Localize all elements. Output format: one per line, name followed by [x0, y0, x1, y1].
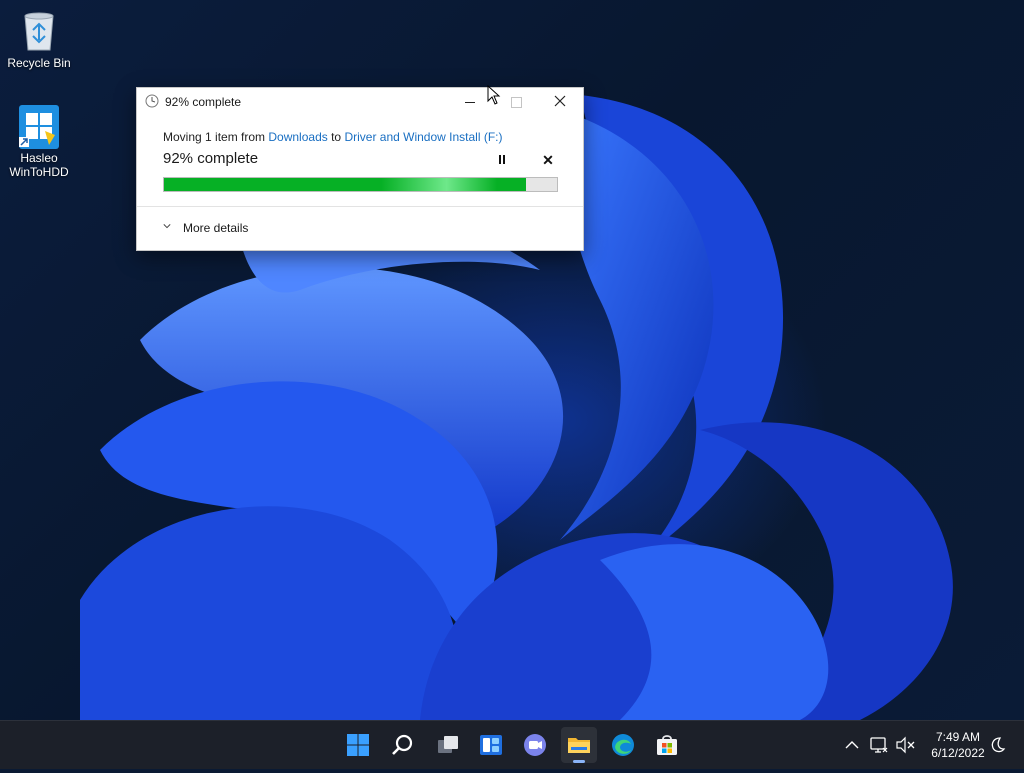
cancel-icon: ✕	[542, 152, 554, 168]
network-button[interactable]	[868, 721, 890, 769]
destination-link[interactable]: Driver and Window Install (F:)	[344, 130, 502, 144]
search-icon	[392, 734, 413, 755]
volume-muted-icon	[896, 736, 915, 754]
taskbar: 7:49 AM 6/12/2022	[0, 720, 1024, 769]
progress-bar-fill	[164, 178, 526, 191]
notifications-icon	[991, 737, 1006, 753]
close-button[interactable]	[537, 88, 583, 116]
widgets-icon	[480, 735, 502, 755]
pause-button[interactable]	[493, 152, 511, 168]
volume-button[interactable]	[894, 721, 916, 769]
teams-chat-icon	[524, 734, 546, 756]
chat-button[interactable]	[517, 727, 553, 763]
mouse-cursor-icon	[487, 85, 501, 105]
more-details-label: More details	[183, 221, 249, 235]
hasleo-label-line2: WinToHDD	[9, 165, 69, 179]
hasleo-label-line1: Hasleo	[20, 151, 58, 165]
dialog-title: 92% complete	[165, 95, 242, 109]
close-icon	[554, 95, 566, 107]
desktop-icon-recycle-bin[interactable]: Recycle Bin	[4, 10, 74, 70]
hasleo-wintohdd-icon	[19, 105, 59, 149]
cancel-button[interactable]: ✕	[539, 152, 557, 168]
file-explorer-button[interactable]	[561, 727, 597, 763]
show-hidden-icons-button[interactable]	[840, 721, 864, 769]
desktop-icon-hasleo-wintohdd[interactable]: Hasleo WinToHDD	[4, 105, 74, 179]
dialog-divider	[137, 206, 583, 207]
edge-icon	[612, 734, 634, 756]
more-details-toggle[interactable]: More details	[163, 221, 248, 235]
clock-date: 6/12/2022	[931, 746, 985, 760]
notifications-button[interactable]	[986, 721, 1008, 769]
store-icon	[657, 735, 677, 755]
moving-to: to	[327, 130, 345, 144]
progress-bar	[163, 177, 558, 192]
task-view-button[interactable]	[430, 727, 466, 763]
network-icon	[870, 737, 888, 753]
task-view-icon	[438, 736, 458, 753]
search-button[interactable]	[385, 727, 421, 763]
folder-icon	[568, 738, 590, 753]
moving-description: Moving 1 item from Downloads to Driver a…	[163, 130, 502, 144]
dialog-titlebar[interactable]: 92% complete	[137, 88, 583, 116]
moving-prefix: Moving 1 item from	[163, 130, 269, 144]
chevron-down-icon	[163, 224, 171, 229]
clock-time: 7:49 AM	[935, 730, 981, 744]
widgets-button[interactable]	[473, 727, 509, 763]
clock-icon	[145, 94, 159, 108]
chevron-up-icon	[845, 741, 859, 749]
windows-logo-icon	[347, 734, 369, 756]
percent-complete-text: 92% complete	[163, 150, 259, 167]
edge-button[interactable]	[605, 727, 641, 763]
taskbar-clock[interactable]: 7:49 AM 6/12/2022	[920, 729, 996, 761]
file-copy-dialog: 92% complete Moving 1 item from Download…	[136, 87, 584, 251]
recycle-bin-icon	[19, 10, 59, 52]
store-button[interactable]	[649, 727, 685, 763]
recycle-bin-label: Recycle Bin	[7, 56, 71, 70]
source-link[interactable]: Downloads	[268, 130, 327, 144]
start-button[interactable]	[340, 727, 376, 763]
